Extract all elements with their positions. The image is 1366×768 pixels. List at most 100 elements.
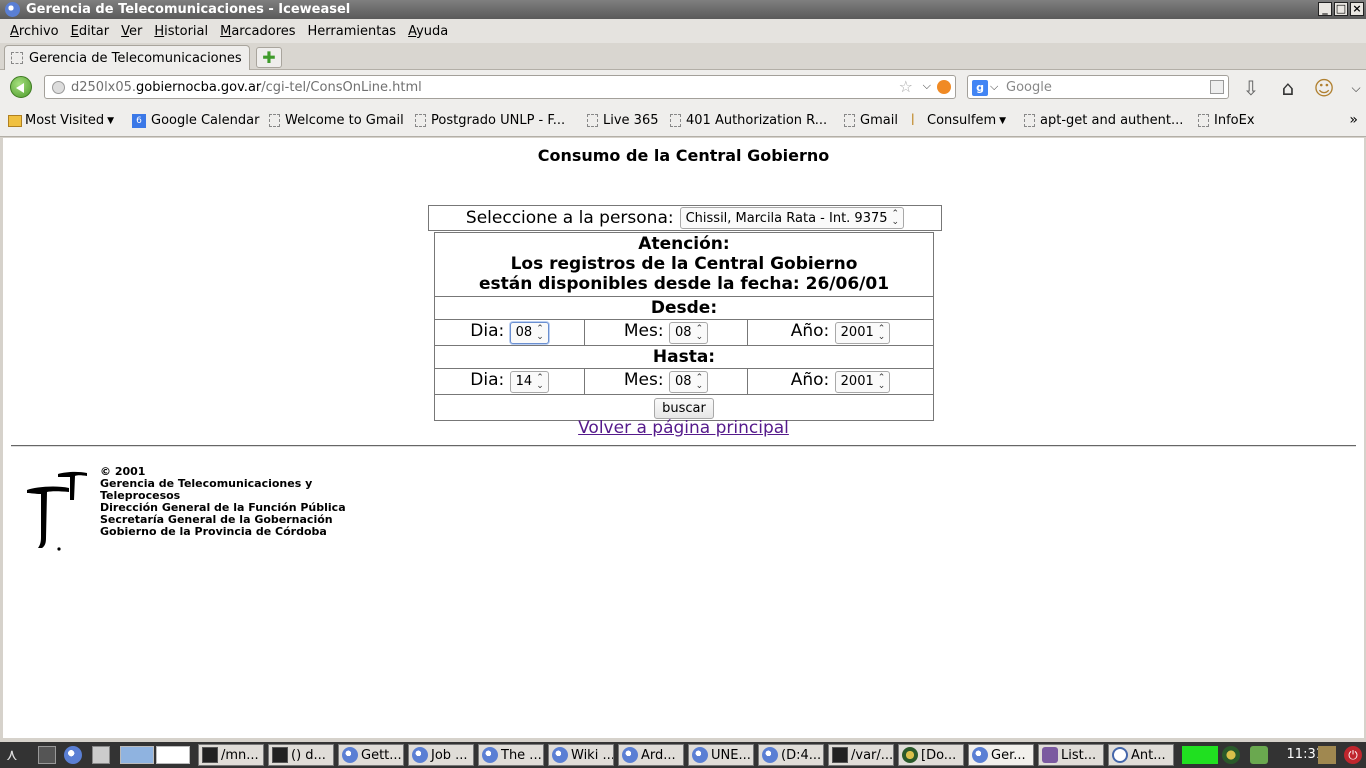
- file-manager-icon[interactable]: [92, 746, 110, 764]
- task-browser-une[interactable]: UNE...: [688, 744, 754, 766]
- window-title: Gerencia de Telecomunicaciones - Iceweas…: [26, 2, 351, 17]
- minimize-button[interactable]: _: [1318, 2, 1332, 16]
- task-terminal-1[interactable]: /mn...: [198, 744, 264, 766]
- show-desktop-icon[interactable]: [38, 746, 56, 764]
- page-icon: [587, 114, 598, 127]
- notice-line: están disponibles desde la fecha: 26/06/…: [478, 274, 890, 294]
- bookmark-star-icon[interactable]: ☆: [899, 77, 913, 96]
- start-menu-icon[interactable]: ⋏: [6, 746, 24, 764]
- folder-icon: [8, 114, 22, 127]
- bookmarks-toolbar: Most Visited ▼ 6 Google Calendar Welcome …: [0, 106, 1366, 137]
- page-icon: [670, 114, 681, 127]
- menu-herramientas[interactable]: Herramientas: [302, 24, 403, 39]
- menu-historial[interactable]: Historial: [148, 24, 214, 39]
- maximize-button[interactable]: □: [1334, 2, 1348, 16]
- task-globe-do[interactable]: [Do...: [898, 744, 964, 766]
- update-icon[interactable]: [1250, 746, 1268, 764]
- task-label: (D:4...: [781, 747, 822, 763]
- cpu-monitor-icon: [1182, 746, 1218, 764]
- network-globe-icon[interactable]: [1222, 746, 1240, 764]
- desde-dia-select[interactable]: 08 ⌃ ⌄: [509, 321, 549, 344]
- menu-ver[interactable]: Ver: [115, 24, 148, 39]
- select-value: 08: [675, 325, 692, 341]
- task-label: UNE...: [711, 747, 751, 763]
- power-icon[interactable]: ⏻: [1344, 746, 1362, 764]
- feed-icon[interactable]: [937, 80, 951, 94]
- persona-row: Seleccione a la persona: Chissil, Marcil…: [428, 205, 942, 231]
- monkey-addon-icon[interactable]: ☺: [1312, 77, 1336, 99]
- task-terminal-var[interactable]: /var/...: [828, 744, 894, 766]
- task-browser-gerencia[interactable]: Ger...: [968, 744, 1034, 766]
- bookmark-consulfem[interactable]: ꟾ Consulfem ▼: [911, 113, 1006, 128]
- menu-ayuda[interactable]: Ayuda: [402, 24, 454, 39]
- search-bar[interactable]: g ⌵ Google: [967, 75, 1229, 99]
- more-bookmarks-icon[interactable]: »: [1349, 112, 1358, 128]
- task-terminal-2[interactable]: () d...: [268, 744, 334, 766]
- updown-arrow-icon: ⌃ ⌄: [891, 209, 900, 227]
- page-icon: [269, 114, 280, 127]
- buscar-button[interactable]: buscar: [654, 397, 714, 419]
- hasta-header: Hasta:: [434, 345, 934, 369]
- task-browser-getting[interactable]: Gett...: [338, 744, 404, 766]
- task-browser-job[interactable]: Job ...: [408, 744, 474, 766]
- browser-icon: [482, 747, 498, 763]
- hasta-mes-select[interactable]: 08 ⌃ ⌄: [669, 370, 709, 393]
- bookmark-postgrado[interactable]: Postgrado UNLP - F...: [415, 113, 565, 128]
- mes-label: Mes:: [623, 321, 664, 342]
- dia-label: Dia:: [470, 321, 505, 342]
- page-icon: [415, 114, 426, 127]
- footer-credits: © 2001 Gerencia de Telecomunicaciones y …: [100, 466, 346, 538]
- site-identity-icon[interactable]: [52, 81, 65, 94]
- google-engine-icon[interactable]: g: [972, 80, 988, 96]
- bookmark-live365[interactable]: Live 365: [587, 113, 659, 128]
- task-app-list[interactable]: List...: [1038, 744, 1104, 766]
- menu-marcadores[interactable]: Marcadores: [214, 24, 301, 39]
- bookmark-google-calendar[interactable]: 6 Google Calendar: [132, 113, 259, 128]
- bookmark-infoex[interactable]: InfoEx: [1198, 113, 1255, 128]
- buscar-cell: buscar: [434, 394, 934, 421]
- bookmark-welcome-gmail[interactable]: Welcome to Gmail: [269, 113, 404, 128]
- updown-arrow-icon: ⌃ ⌄: [536, 372, 544, 391]
- back-button[interactable]: [10, 76, 32, 98]
- engine-dropdown-icon[interactable]: ⌵: [990, 80, 998, 94]
- hasta-dia-select[interactable]: 14 ⌃ ⌄: [509, 370, 549, 393]
- url-bar[interactable]: d250lx05. gobiernocba.gov.ar/cgi-tel/Cons…: [44, 75, 956, 99]
- tab-gerencia[interactable]: Gerencia de Telecomunicaciones: [4, 45, 250, 70]
- desde-mes-cell: Mes: 08 ⌃ ⌄: [584, 319, 748, 346]
- desde-mes-select[interactable]: 08 ⌃ ⌄: [669, 321, 709, 344]
- menu-editar[interactable]: Editar: [65, 24, 116, 39]
- select-value: 2001: [840, 325, 874, 341]
- hasta-anio-select[interactable]: 2001 ⌃ ⌄: [834, 370, 891, 393]
- task-browser-d4[interactable]: (D:4...: [758, 744, 824, 766]
- task-browser-the[interactable]: The ...: [478, 744, 544, 766]
- task-browser-wiki[interactable]: Wiki ...: [548, 744, 614, 766]
- select-value: 08: [675, 374, 692, 390]
- workspace-2[interactable]: [156, 746, 190, 764]
- task-clock-ant[interactable]: Ant...: [1108, 744, 1174, 766]
- select-value: 2001: [840, 374, 874, 390]
- bookmark-label: 401 Authorization R...: [686, 113, 828, 128]
- bookmark-401-auth[interactable]: 401 Authorization R...: [670, 113, 827, 128]
- history-dropdown-icon[interactable]: ⌵: [923, 79, 931, 93]
- desde-anio-select[interactable]: 2001 ⌃ ⌄: [834, 321, 891, 344]
- task-browser-ard[interactable]: Ard...: [618, 744, 684, 766]
- task-label: Wiki ...: [571, 747, 614, 763]
- menu-chevron-icon[interactable]: ⌵: [1344, 77, 1366, 99]
- download-icon[interactable]: ⇩: [1239, 77, 1263, 99]
- search-go-icon[interactable]: [1210, 80, 1224, 94]
- persona-select[interactable]: Chissil, Marcila Rata - Int. 9375 ⌃ ⌄: [679, 207, 905, 229]
- close-button[interactable]: ×: [1350, 2, 1364, 16]
- browser-icon: [762, 747, 778, 763]
- home-icon[interactable]: ⌂: [1276, 77, 1300, 99]
- browser-launcher-icon[interactable]: [64, 746, 82, 764]
- menu-archivo[interactable]: Archivo: [4, 24, 65, 39]
- page-content: Consumo de la Central Gobierno Seleccion…: [3, 138, 1364, 738]
- workspace-1[interactable]: [120, 746, 154, 764]
- new-tab-button[interactable]: ✚: [256, 47, 282, 68]
- volver-link[interactable]: Volver a página principal: [578, 418, 789, 438]
- mes-label: Mes:: [623, 370, 664, 391]
- bookmark-gmail[interactable]: Gmail: [844, 113, 898, 128]
- bookmark-most-visited[interactable]: Most Visited ▼: [8, 113, 114, 128]
- bookmark-apt-get[interactable]: apt-get and authent...: [1024, 113, 1183, 128]
- user-icon[interactable]: [1318, 746, 1336, 764]
